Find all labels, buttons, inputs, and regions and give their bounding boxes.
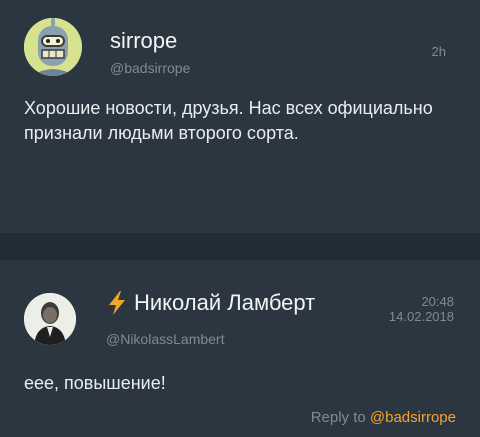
author-handle[interactable]: @badsirrope [110,60,190,76]
post-card-sirrope: sirrope @badsirrope 2h Хорошие новости, … [0,0,480,233]
author-name[interactable]: sirrope [110,28,177,54]
reply-to-link[interactable]: Reply to @badsirrope [311,409,456,426]
avatar-nikolai[interactable] [24,293,76,345]
lightning-bolt-icon [109,291,125,315]
reply-mention[interactable]: @badsirrope [370,409,456,426]
post-timestamp: 20:48 14.02.2018 [389,294,454,324]
post-date: 14.02.2018 [388,309,454,324]
man-in-suit-avatar-icon [24,293,76,345]
avatar-sirrope[interactable] [24,18,82,76]
post-time: 2h [431,44,446,59]
reply-prefix: Reply to [310,409,366,426]
bender-avatar-icon [24,18,82,76]
reply-text: еее, повышение! [24,373,166,393]
author-handle-nikolai[interactable]: @NikolassLambert [106,331,224,347]
divider [0,233,480,260]
post-text: Хорошие новости, друзья. Нас всех официа… [24,98,433,143]
post-time: 20:48 [421,294,454,309]
author-name-nikolai[interactable]: Николай Ламберт [106,290,315,316]
author-name-label: Николай Ламберт [134,290,316,315]
